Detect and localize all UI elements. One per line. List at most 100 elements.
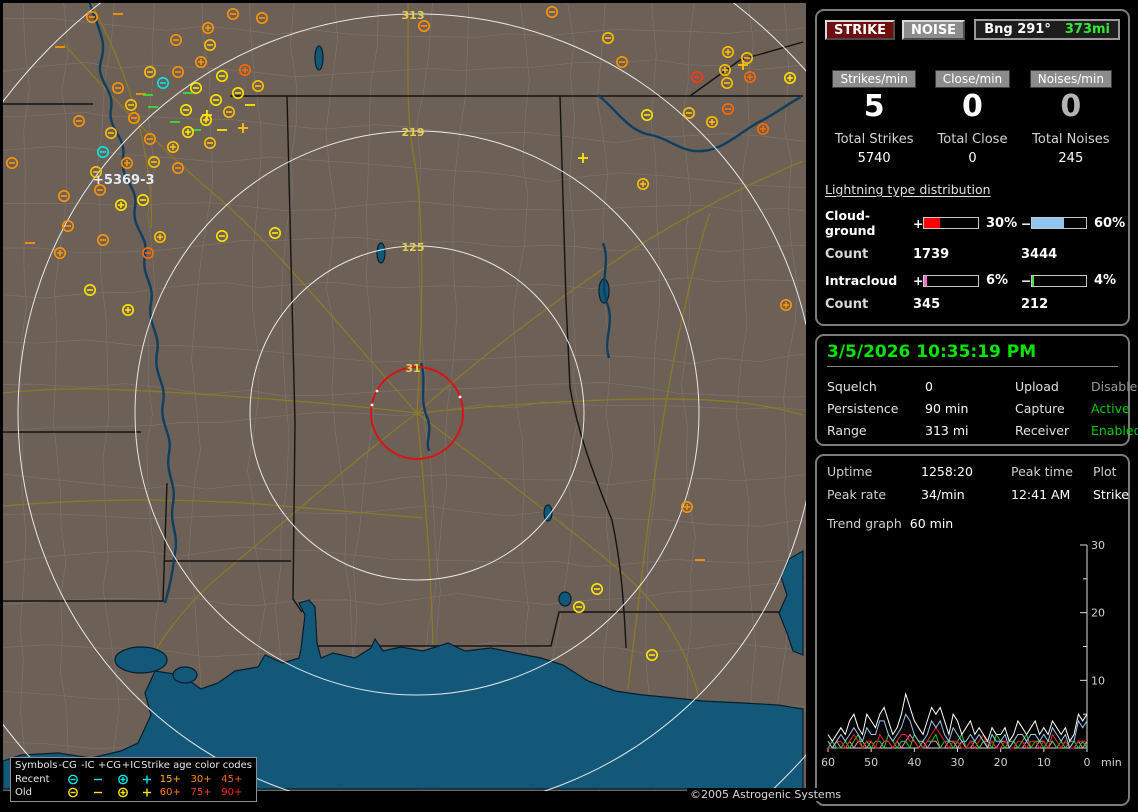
range-label: Range: [827, 423, 867, 438]
upload-label: Upload: [1015, 379, 1059, 394]
plus-sign: +: [913, 215, 924, 231]
trend-series-cg: [827, 713, 1088, 750]
bearing-distance: 373mi: [1064, 22, 1110, 37]
storm-cell-trac-label: +5369-3: [93, 173, 155, 188]
plot-label: Plot: [1093, 464, 1117, 479]
rate-counters: Strikes/min 5 Total Strikes 5740 Close/m…: [825, 70, 1120, 166]
legend-col-ic-pos: +IC: [121, 760, 141, 772]
legend-col-cg-pos: +CG: [97, 760, 121, 772]
range-value: 313 mi: [925, 423, 969, 438]
legend-cm-symbol: [61, 786, 86, 799]
total-strikes-value: 5740: [857, 151, 891, 166]
legend-col-cg-neg: -CG: [58, 760, 77, 772]
noise-button[interactable]: NOISE: [902, 19, 966, 40]
legend-p-symbol: [135, 786, 160, 799]
ic-plus-count: 345: [913, 297, 941, 312]
capture-value: Active: [1091, 401, 1130, 416]
trend-graph-row: Trend graph 60 min: [827, 516, 1118, 531]
map-view[interactable]: +5369-3 125 219 313 31: [3, 3, 806, 791]
x-tick-label: 30: [951, 756, 965, 769]
legend-cp-symbol: [110, 786, 135, 799]
ring-label-31: 31: [405, 362, 420, 375]
legend-row-recent: Recent 15+ 30+ 45+: [15, 773, 252, 787]
cg-minus-count: 3444: [1021, 247, 1058, 262]
x-tick-label: 0: [1084, 756, 1091, 769]
total-close-label: Total Close: [937, 132, 1008, 147]
squelch-value: 0: [925, 379, 933, 394]
cloud-ground-count-row: Count 1739 3444: [825, 247, 1120, 262]
legend-m-symbol: [85, 773, 110, 786]
cg-plus-bar-fill: [924, 218, 941, 228]
ic-count-label: Count: [825, 297, 869, 312]
status-panel: 3/5/2026 10:35:19 PM Squelch 0 Upload Di…: [815, 334, 1138, 446]
cg-plus-pct: 30%: [986, 215, 1018, 231]
cg-minus-bar-fill: [1032, 218, 1065, 228]
age-code-60plus: 60+: [159, 787, 181, 799]
strikes-rate-value: 5: [863, 89, 885, 124]
close-rate-value: 0: [962, 89, 983, 124]
close-counter: Close/min 0 Total Close 0: [923, 70, 1021, 166]
y-tick-label: 20: [1091, 607, 1105, 620]
cg-count-label: Count: [825, 247, 869, 262]
cloud-ground-row: Cloud-ground + 30% − 60%: [825, 208, 1125, 238]
x-tick-label: 40: [907, 756, 921, 769]
session-panel: Uptime 1258:20 Peak time Plot Peak rate …: [815, 454, 1130, 806]
age-code-15plus: 15+: [159, 773, 181, 785]
receiver-label: Receiver: [1015, 423, 1070, 438]
ring-label-219: 219: [402, 126, 425, 139]
trend-series-cg: [828, 726, 1087, 750]
age-code-45plus: 45+: [221, 773, 243, 785]
legend-row-old: Old 60+ 75+ 90+: [15, 786, 252, 800]
total-close-value: 0: [968, 151, 977, 166]
peak-rate-label: Peak rate: [827, 487, 887, 502]
intracloud-count-row: Count 345 212: [825, 297, 1120, 312]
squelch-label: Squelch: [827, 379, 877, 394]
y-tick-label: 10: [1091, 674, 1105, 687]
ring-label-125: 125: [402, 241, 425, 254]
strike-button[interactable]: STRIKE: [825, 19, 896, 40]
age-code-90plus: 90+: [221, 787, 243, 799]
strikes-per-min-chip: Strikes/min: [832, 70, 916, 88]
upload-value: Disabled: [1091, 379, 1138, 394]
ic-plus-bar: [923, 274, 979, 287]
legend-col-ic-neg: -IC: [80, 760, 95, 772]
x-tick-label: 20: [994, 756, 1008, 769]
uptime-value: 1258:20: [921, 464, 973, 479]
ic-minus-bar-fill: [1032, 275, 1035, 286]
intracloud-label: Intracloud: [825, 273, 898, 288]
ic-plus-bar-fill: [924, 275, 928, 286]
ic-minus-pct: 4%: [1094, 273, 1117, 288]
noises-counter: Noises/min 0 Total Noises 245: [1022, 70, 1120, 166]
y-tick-label: 30: [1091, 540, 1105, 552]
uptime-label: Uptime: [827, 464, 873, 479]
minus-sign: −: [1021, 273, 1032, 288]
distribution-title: Lightning type distribution: [825, 182, 991, 197]
noises-per-min-chip: Noises/min: [1029, 70, 1112, 88]
copyright-text: ©2005 Astrogenic Systems: [687, 788, 845, 801]
minus-sign: −: [1021, 215, 1032, 231]
legend-cm-symbol: [61, 773, 86, 786]
session-grid: Uptime 1258:20 Peak time Plot Peak rate …: [827, 464, 1129, 502]
status-grid: Squelch 0 Upload Disabled Persistence 90…: [827, 379, 1138, 438]
x-axis-unit: min: [1101, 756, 1122, 769]
receiver-value: Enabled: [1091, 423, 1138, 438]
legend-age-label: Old: [15, 787, 32, 799]
ic-plus-pct: 6%: [986, 273, 1009, 288]
strikes-counter: Strikes/min 5 Total Strikes 5740: [825, 70, 923, 166]
legend-age-label: Recent: [15, 773, 50, 785]
persistence-value: 90 min: [925, 401, 969, 416]
trend-graph-label: Trend graph: [827, 516, 902, 531]
age-code-75plus: 75+: [190, 787, 212, 799]
ic-minus-bar: [1031, 274, 1087, 287]
counters-panel: STRIKE NOISE Bng 291° 373mi Strikes/min …: [815, 9, 1130, 326]
peak-time-label: Peak time: [1011, 464, 1073, 479]
total-strikes-label: Total Strikes: [834, 132, 914, 147]
capture-label: Capture: [1015, 401, 1065, 416]
close-per-min-chip: Close/min: [934, 70, 1011, 88]
x-tick-label: 10: [1037, 756, 1051, 769]
mode-button-row: STRIKE NOISE Bng 291° 373mi: [825, 19, 1120, 40]
cg-plus-count: 1739: [913, 247, 950, 262]
x-tick-label: 50: [864, 756, 878, 769]
map-canvas[interactable]: +5369-3 125 219 313 31: [3, 3, 806, 791]
bearing-readout: Bng 291° 373mi: [974, 19, 1120, 40]
